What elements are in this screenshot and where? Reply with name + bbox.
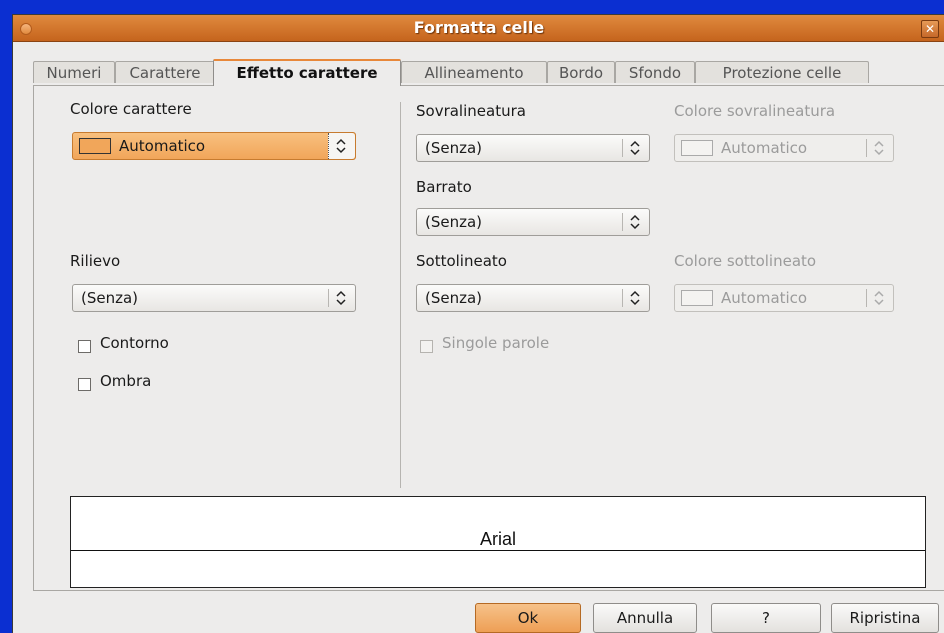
dialog-title: Formatta celle: [413, 18, 545, 37]
strikethrough-select[interactable]: (Senza): [416, 208, 650, 236]
overline-color-select[interactable]: Automatico: [674, 134, 894, 162]
overline-label: Sovralineatura: [416, 102, 526, 120]
title-bar[interactable]: Formatta celle ✕: [13, 15, 944, 42]
strikethrough-label: Barrato: [416, 178, 472, 196]
outline-checkbox[interactable]: [78, 340, 91, 353]
chevron-updown-icon: [630, 140, 640, 156]
overline-color-value: Automatico: [721, 139, 808, 157]
tab-protezione-celle[interactable]: Protezione celle: [695, 61, 869, 83]
relief-label: Rilievo: [70, 252, 121, 270]
help-button[interactable]: ?: [711, 603, 821, 633]
chevron-updown-icon: [336, 290, 346, 306]
outline-label: Contorno: [100, 334, 169, 352]
chevron-updown-icon: [630, 214, 640, 230]
overline-select[interactable]: (Senza): [416, 134, 650, 162]
preview-text: Arial: [478, 529, 517, 549]
overline-value: (Senza): [425, 139, 483, 157]
single-words-checkbox[interactable]: [420, 340, 433, 353]
color-swatch: [681, 290, 713, 306]
column-divider: [400, 102, 401, 488]
ok-button[interactable]: Ok: [475, 603, 581, 633]
font-color-select[interactable]: Automatico: [72, 132, 356, 160]
preview-baseline: [71, 550, 925, 551]
preview-text-wrap: Arial: [71, 529, 925, 550]
tab-bordo[interactable]: Bordo: [547, 61, 615, 83]
chevron-updown-icon: [874, 290, 884, 306]
chevron-updown-icon: [874, 140, 884, 156]
underline-value: (Senza): [425, 289, 483, 307]
color-swatch: [79, 138, 111, 154]
font-preview: Arial: [70, 496, 926, 588]
relief-value: (Senza): [81, 289, 139, 307]
underline-color-select[interactable]: Automatico: [674, 284, 894, 312]
color-swatch: [681, 140, 713, 156]
cancel-button[interactable]: Annulla: [593, 603, 697, 633]
overline-color-label: Colore sovralineatura: [674, 102, 836, 120]
tab-effetto-carattere[interactable]: Effetto carattere: [213, 59, 401, 86]
tab-numeri[interactable]: Numeri: [33, 61, 115, 83]
shadow-label: Ombra: [100, 372, 152, 390]
tab-carattere[interactable]: Carattere: [115, 61, 215, 83]
font-color-label: Colore carattere: [70, 100, 192, 118]
reset-button[interactable]: Ripristina: [831, 603, 939, 633]
relief-select[interactable]: (Senza): [72, 284, 356, 312]
underline-select[interactable]: (Senza): [416, 284, 650, 312]
underline-color-value: Automatico: [721, 289, 808, 307]
single-words-label: Singole parole: [442, 334, 550, 352]
underline-label: Sottolineato: [416, 252, 507, 270]
shadow-checkbox[interactable]: [78, 378, 91, 391]
tab-panel: Colore carattere Automatico Rilievo (Sen…: [33, 85, 944, 591]
strikethrough-value: (Senza): [425, 213, 483, 231]
chevron-updown-icon: [630, 290, 640, 306]
underline-color-label: Colore sottolineato: [674, 252, 817, 270]
tab-allineamento[interactable]: Allineamento: [401, 61, 547, 83]
chevron-updown-icon: [336, 138, 346, 154]
dialog-window: Formatta celle ✕ Numeri Carattere Effett…: [12, 14, 944, 633]
close-icon[interactable]: ✕: [921, 20, 939, 38]
font-color-value: Automatico: [119, 137, 206, 155]
tab-sfondo[interactable]: Sfondo: [615, 61, 695, 83]
